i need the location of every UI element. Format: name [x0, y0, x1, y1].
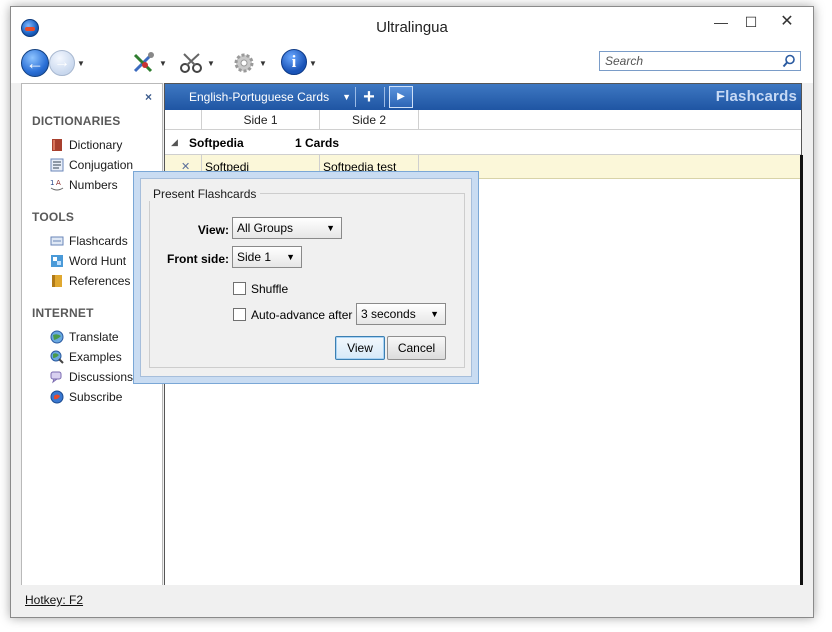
- sidebar-item-label: Word Hunt: [69, 254, 127, 268]
- present-flashcards-dialog: Present Flashcards View: All Groups ▼ Fr…: [133, 171, 479, 384]
- view-button[interactable]: View: [335, 336, 385, 360]
- history-dropdown-icon[interactable]: ▼: [77, 59, 85, 68]
- hotkey-link[interactable]: Hotkey: F2: [25, 593, 83, 607]
- sidebar-item-label: Flashcards: [69, 234, 128, 248]
- chevron-down-icon: ▼: [326, 223, 335, 233]
- minimize-button[interactable]: —: [705, 11, 737, 35]
- section-heading-internet: INTERNET: [32, 306, 94, 320]
- references-icon: [52, 275, 62, 287]
- column-side-2[interactable]: Side 2: [319, 110, 419, 130]
- sidebar-item-label: Examples: [69, 350, 122, 364]
- info-dropdown-icon[interactable]: ▼: [309, 59, 317, 68]
- divider: [384, 87, 385, 107]
- discussion-icon: [50, 371, 62, 384]
- globe-icon: [50, 330, 64, 344]
- chevron-down-icon: ▼: [342, 92, 351, 102]
- column-header: Side 1 Side 2: [165, 110, 801, 130]
- scrollbar-track[interactable]: [800, 155, 803, 586]
- view-label: View:: [197, 223, 229, 237]
- sidebar-item-label: Numbers: [69, 178, 118, 192]
- sidebar-item-dictionary[interactable]: Dictionary: [50, 136, 160, 154]
- sidebar-item-label: Discussions: [69, 370, 134, 384]
- title-bar[interactable]: Ultralingua — ☐ ✕: [11, 7, 813, 43]
- back-arrow-icon[interactable]: ←: [21, 49, 49, 77]
- conjugation-icon: [50, 158, 64, 172]
- search-box[interactable]: [599, 51, 801, 71]
- sidebar-item-label: Conjugation: [69, 158, 134, 172]
- deck-select[interactable]: English-Portuguese Cards ▼: [179, 88, 351, 106]
- present-flashcards-button[interactable]: ▶: [389, 86, 413, 108]
- dialog-body: Present Flashcards View: All Groups ▼ Fr…: [140, 178, 472, 377]
- front-side-select-value: Side 1: [237, 250, 272, 264]
- toolbar: ← → ▼ ▼ ▼ ▼ i ▼ Search: [11, 43, 813, 83]
- collapse-triangle-icon[interactable]: ◢: [171, 137, 178, 148]
- add-card-button[interactable]: +: [358, 86, 380, 108]
- chevron-down-icon: ▼: [430, 309, 439, 319]
- search-input[interactable]: [600, 52, 780, 70]
- search-icon[interactable]: [782, 54, 796, 68]
- deck-name: English-Portuguese Cards: [189, 90, 330, 104]
- info-icon[interactable]: i: [281, 49, 307, 75]
- sidebar-item-label: Dictionary: [69, 138, 123, 152]
- view-select-value: All Groups: [237, 221, 294, 235]
- auto-advance-select-value: 3 seconds: [361, 307, 416, 321]
- shuffle-label[interactable]: Shuffle: [251, 282, 288, 296]
- tools-icon[interactable]: [131, 51, 157, 75]
- group-count: 1 Cards: [295, 136, 340, 150]
- subscribe-icon: [50, 390, 64, 404]
- column-side-1[interactable]: Side 1: [201, 110, 319, 130]
- gear-icon[interactable]: [231, 51, 257, 75]
- deck-bar: English-Portuguese Cards ▼ + ▶ Flashcard…: [165, 84, 801, 110]
- maximize-button[interactable]: ☐: [735, 11, 767, 35]
- word-hunt-icon: [51, 255, 63, 267]
- section-heading-tools: TOOLS: [32, 210, 75, 224]
- svg-text:1: 1: [50, 179, 54, 187]
- front-side-select[interactable]: Side 1 ▼: [232, 246, 302, 268]
- sidebar-close-icon[interactable]: ×: [145, 90, 152, 104]
- cancel-button[interactable]: Cancel: [387, 336, 446, 360]
- sidebar-item-label: Translate: [69, 330, 119, 344]
- view-select[interactable]: All Groups ▼: [232, 217, 342, 239]
- close-button[interactable]: ✕: [765, 11, 809, 35]
- window-title: Ultralingua: [376, 19, 448, 36]
- scissors-icon[interactable]: [179, 51, 205, 75]
- chevron-down-icon: ▼: [286, 252, 295, 262]
- tools-dropdown-icon[interactable]: ▼: [159, 59, 167, 68]
- shuffle-checkbox[interactable]: [233, 282, 246, 295]
- settings-dropdown-icon[interactable]: ▼: [259, 59, 267, 68]
- divider: [355, 87, 356, 107]
- group-row[interactable]: ◢ Softpedia 1 Cards: [165, 131, 801, 155]
- sidebar-item-subscribe[interactable]: Subscribe: [50, 388, 160, 406]
- auto-advance-select[interactable]: 3 seconds ▼: [356, 303, 446, 325]
- sidebar-item-label: Subscribe: [69, 390, 123, 404]
- play-icon: ▶: [397, 91, 405, 102]
- sidebar-item-label: References: [69, 274, 131, 288]
- edit-dropdown-icon[interactable]: ▼: [207, 59, 215, 68]
- panel-title: Flashcards: [715, 88, 797, 105]
- dialog-title: Present Flashcards: [149, 187, 261, 201]
- forward-arrow-icon[interactable]: →: [49, 50, 75, 76]
- numbers-icon: 1A: [50, 179, 64, 191]
- front-side-label: Front side:: [167, 252, 229, 266]
- flashcards-icon: [50, 236, 64, 246]
- book-icon: [52, 139, 62, 151]
- section-heading-dictionaries: DICTIONARIES: [32, 114, 121, 128]
- globe-search-icon: [50, 350, 64, 364]
- auto-advance-label[interactable]: Auto-advance after: [251, 308, 352, 322]
- status-bar: Hotkey: F2: [11, 585, 813, 617]
- svg-text:A: A: [56, 179, 61, 187]
- group-name: Softpedia: [189, 136, 244, 150]
- auto-advance-checkbox[interactable]: [233, 308, 246, 321]
